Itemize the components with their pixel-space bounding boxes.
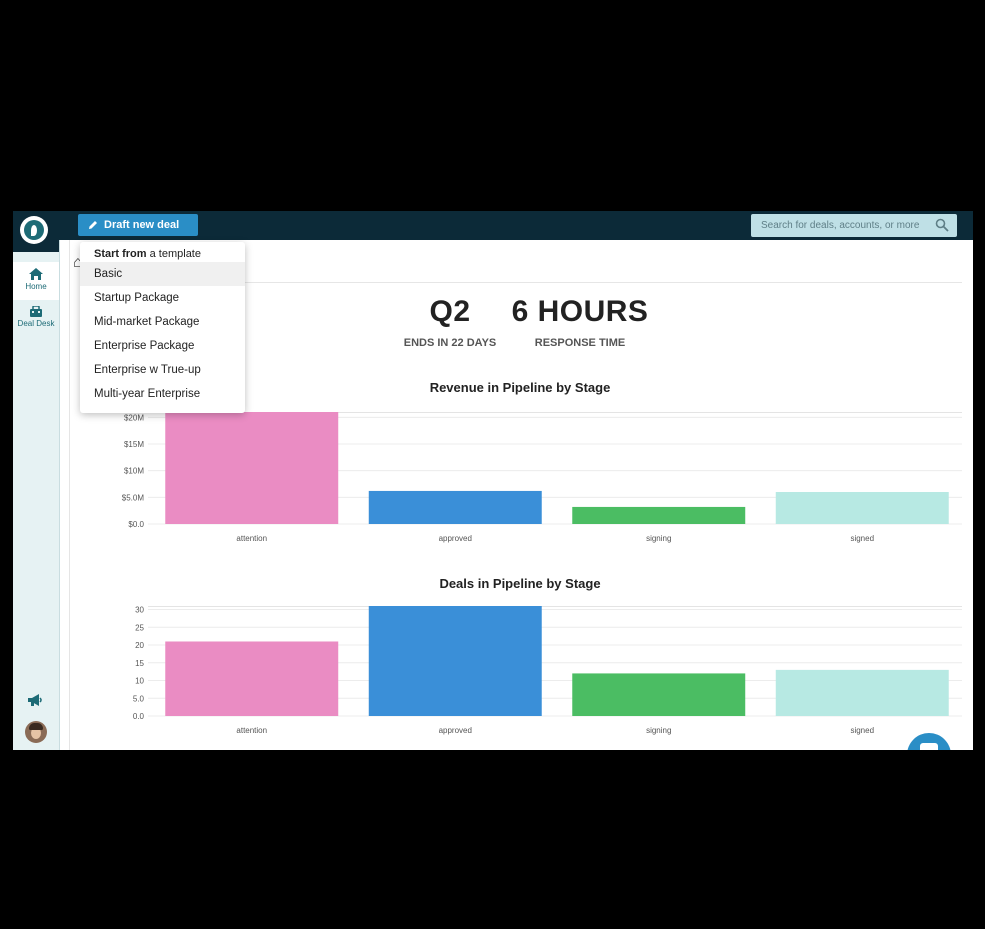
bar-approved[interactable]	[368, 490, 542, 524]
logo[interactable]	[13, 211, 59, 252]
template-item-mid-market[interactable]: Mid-market Package	[80, 310, 245, 334]
sidebar-item-label: Deal Desk	[17, 319, 55, 328]
bar-attention[interactable]	[165, 641, 339, 716]
template-dropdown: Start from a template Basic Startup Pack…	[80, 242, 245, 413]
bar-approved[interactable]	[368, 606, 542, 716]
chat-icon	[920, 743, 938, 750]
sidebar: Home Deal Desk	[13, 211, 60, 750]
template-item-multi-year[interactable]: Multi-year Enterprise	[80, 382, 245, 406]
dropdown-heading: Start from a template	[94, 248, 201, 260]
x-tick-label: signed	[850, 534, 874, 543]
deals-chart-title: Deals in Pipeline by Stage	[439, 576, 601, 591]
y-tick-label: 15	[135, 659, 144, 668]
x-tick-label: signed	[850, 726, 874, 735]
divider	[240, 282, 962, 283]
search-placeholder: Search for deals, accounts, or more	[761, 220, 920, 231]
deals-chart: 0.0 5.0 10 15 20 25 30 attention approved signing…	[133, 606, 962, 735]
x-tick-label: signing	[646, 726, 671, 735]
home-icon	[29, 268, 43, 280]
y-tick-label: 20	[135, 641, 144, 650]
template-item-startup[interactable]: Startup Package	[80, 286, 245, 310]
draft-new-deal-button[interactable]: Draft new deal	[78, 214, 198, 236]
top-bar: Draft new deal Search for deals, account…	[59, 211, 973, 240]
template-item-enterprise[interactable]: Enterprise Package	[80, 334, 245, 358]
y-tick-label: 0.0	[133, 712, 145, 721]
bar-signed[interactable]	[775, 492, 949, 524]
sidebar-item-deal-desk[interactable]: Deal Desk	[13, 306, 59, 336]
x-tick-label: signing	[646, 534, 671, 543]
revenue-chart: $0.0 $5.0M $10M $15M $20M attention approved si…	[122, 412, 962, 543]
search-input[interactable]: Search for deals, accounts, or more	[751, 214, 957, 237]
kpi-response-time: 6 HOURS RESPONSE TIME	[510, 295, 650, 349]
y-tick-label: $0.0	[128, 520, 144, 529]
y-tick-label: $15M	[124, 440, 144, 449]
pencil-icon	[89, 221, 97, 229]
kpi-value: 6 HOURS	[511, 295, 649, 328]
y-tick-label: 5.0	[133, 694, 145, 703]
dropdown-heading-rest: a template	[146, 248, 201, 260]
bar-attention[interactable]	[165, 412, 339, 524]
kpi-quarter: Q2 ENDS IN 22 DAYS	[400, 295, 500, 349]
y-tick-label: 30	[135, 606, 144, 615]
megaphone-icon[interactable]	[27, 693, 43, 707]
x-tick-label: attention	[236, 726, 267, 735]
deal-desk-icon	[30, 306, 42, 317]
x-tick-label: attention	[236, 534, 267, 543]
y-tick-label: $10M	[124, 467, 144, 476]
kpi-value: Q2	[429, 295, 471, 328]
bar-signed[interactable]	[775, 669, 949, 716]
bar-signing[interactable]	[572, 673, 746, 716]
y-tick-label: 25	[135, 623, 144, 632]
dropdown-heading-bold: Start from	[94, 248, 147, 260]
avatar[interactable]	[25, 721, 47, 743]
x-tick-label: approved	[439, 534, 472, 543]
sidebar-item-home[interactable]: Home	[13, 262, 59, 300]
template-item-basic[interactable]: Basic	[80, 262, 245, 286]
y-tick-label: $5.0M	[122, 493, 145, 502]
y-tick-label: $20M	[124, 413, 144, 422]
kpi-label: ENDS IN 22 DAYS	[403, 337, 497, 349]
sidebar-item-label: Home	[25, 282, 47, 291]
kpi-label: RESPONSE TIME	[534, 337, 626, 349]
draft-button-label: Draft new deal	[104, 219, 180, 231]
y-tick-label: 10	[135, 677, 144, 686]
x-tick-label: approved	[439, 726, 472, 735]
template-item-enterprise-true-up[interactable]: Enterprise w True-up	[80, 358, 245, 382]
revenue-chart-title: Revenue in Pipeline by Stage	[429, 380, 611, 395]
bar-signing[interactable]	[572, 506, 746, 524]
search-icon[interactable]	[935, 218, 949, 232]
